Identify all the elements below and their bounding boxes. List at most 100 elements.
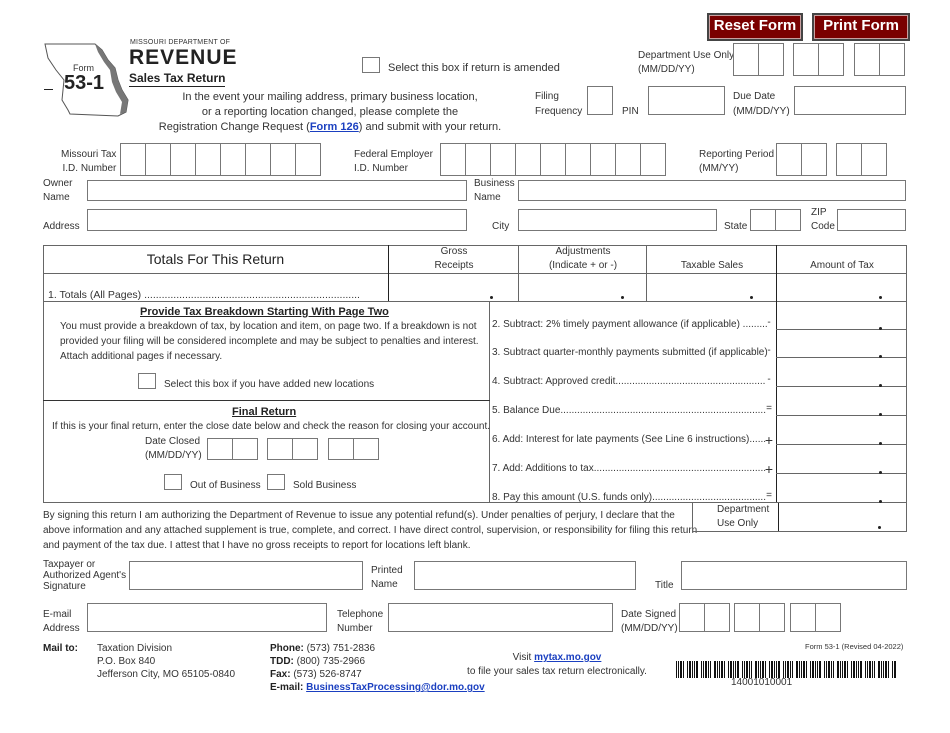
date-signed-yy[interactable] bbox=[790, 603, 841, 632]
reporting-period-mm[interactable] bbox=[776, 143, 827, 176]
decimal-point bbox=[621, 296, 624, 299]
notice-line3: Registration Change Request (Form 126) a… bbox=[150, 120, 510, 135]
line-4-amount-field[interactable] bbox=[777, 359, 907, 387]
fein-label-line1: Federal Employer bbox=[354, 149, 433, 160]
mo-tax-id-field[interactable] bbox=[120, 143, 321, 176]
date-signed-line1: Date Signed bbox=[621, 609, 677, 620]
barcode-bar bbox=[831, 661, 832, 678]
owner-name-field[interactable] bbox=[87, 180, 467, 201]
date-signed-dd[interactable] bbox=[734, 603, 785, 632]
filing-frequency-field[interactable] bbox=[587, 86, 613, 115]
line1-taxable-field[interactable] bbox=[647, 274, 777, 301]
form-dash bbox=[44, 89, 53, 90]
barcode-bar bbox=[847, 661, 848, 678]
final-return-text: If this is your final return, enter the … bbox=[52, 421, 491, 432]
signature-label: Taxpayer or Authorized Agent's Signature bbox=[43, 559, 126, 592]
mytax-link[interactable]: mytax.mo.gov bbox=[534, 652, 601, 663]
period-label-line2: (MM/YY) bbox=[699, 163, 739, 174]
address-label: Address bbox=[43, 221, 80, 232]
telephone-field[interactable] bbox=[388, 603, 613, 632]
filing-label-line2: Frequency bbox=[535, 106, 583, 117]
line-3-amount-field[interactable] bbox=[777, 330, 907, 358]
decimal-point bbox=[879, 471, 882, 474]
signature-field[interactable] bbox=[129, 561, 363, 590]
title-field[interactable] bbox=[681, 561, 907, 590]
date-signed-mm[interactable] bbox=[679, 603, 730, 632]
col-adj-line1: Adjustments bbox=[555, 246, 611, 257]
line-5-amount-field[interactable] bbox=[777, 388, 907, 416]
dept-use-date-yy bbox=[854, 43, 905, 76]
zip-label: ZIP Code bbox=[811, 206, 835, 234]
visit-pre: Visit bbox=[512, 652, 535, 663]
form-126-link[interactable]: Form 126 bbox=[310, 121, 359, 133]
reporting-period-yy[interactable] bbox=[836, 143, 887, 176]
printed-name-field[interactable] bbox=[414, 561, 636, 590]
line-8-amount-field[interactable] bbox=[777, 475, 907, 503]
dept-use-only-box: Department Use Only bbox=[692, 503, 907, 532]
amended-checkbox[interactable] bbox=[362, 57, 380, 73]
barcode-bar bbox=[894, 661, 896, 678]
breakdown-text-line2: provided your filing will be considered … bbox=[60, 336, 479, 347]
barcode-bar bbox=[714, 661, 716, 678]
out-of-business-checkbox[interactable] bbox=[164, 474, 182, 490]
dept-use-label: Department Use Only (MM/DD/YY) bbox=[638, 49, 734, 77]
city-field[interactable] bbox=[518, 209, 717, 231]
decimal-point bbox=[879, 355, 882, 358]
date-closed-dd[interactable] bbox=[267, 438, 318, 460]
line1-gross-field[interactable] bbox=[389, 274, 519, 301]
date-signed-label: Date Signed (MM/DD/YY) bbox=[621, 608, 678, 636]
line-2-amount-field[interactable] bbox=[777, 302, 907, 330]
date-closed-yy[interactable] bbox=[328, 438, 379, 460]
due-date-field[interactable] bbox=[794, 86, 906, 115]
barcode-bar bbox=[837, 661, 839, 678]
final-return-title: Final Return bbox=[232, 406, 297, 418]
state-label: State bbox=[724, 221, 748, 232]
contact-info: Phone: (573) 751-2836 TDD: (800) 735-296… bbox=[270, 642, 485, 694]
email-field[interactable] bbox=[87, 603, 327, 632]
decimal-point bbox=[490, 296, 493, 299]
barcode-bar bbox=[799, 661, 800, 678]
notice-post: ) and submit with your return. bbox=[358, 121, 502, 133]
barcode-bar bbox=[719, 661, 720, 678]
pin-field[interactable] bbox=[648, 86, 725, 115]
state-field[interactable] bbox=[750, 209, 801, 231]
decimal-point bbox=[750, 296, 753, 299]
new-locations-checkbox[interactable] bbox=[138, 373, 156, 389]
line-7-amount-field[interactable] bbox=[777, 446, 907, 474]
line-3-label: 3. Subtract quarter-monthly payments sub… bbox=[492, 347, 768, 358]
date-closed-line1: Date Closed bbox=[145, 436, 201, 447]
barcode-bar bbox=[865, 661, 866, 678]
fein-field[interactable] bbox=[440, 143, 666, 176]
barcode-bar bbox=[826, 661, 827, 678]
form-title: Sales Tax Return bbox=[129, 71, 226, 87]
line-6-amount-field[interactable] bbox=[777, 417, 907, 445]
sold-business-checkbox[interactable] bbox=[267, 474, 285, 490]
line1-amount-field[interactable] bbox=[777, 274, 907, 301]
pin-label: PIN bbox=[622, 106, 639, 117]
dept-use-only-label: Department Use Only bbox=[717, 503, 769, 531]
business-name-field[interactable] bbox=[518, 180, 906, 201]
form-revision: Form 53-1 (Revised 04-2022) bbox=[805, 642, 904, 651]
barcode-bar bbox=[683, 661, 684, 678]
form-number: 53-1 bbox=[64, 72, 105, 94]
barcode-bar bbox=[869, 661, 871, 678]
zip-label-line1: ZIP bbox=[811, 207, 827, 218]
print-form-button[interactable]: Print Form bbox=[812, 13, 910, 41]
reset-form-button[interactable]: Reset Form bbox=[707, 13, 803, 41]
address-change-notice: In the event your mailing address, prima… bbox=[150, 90, 510, 135]
date-closed-line2: (MM/DD/YY) bbox=[145, 450, 202, 461]
barcode-bar bbox=[828, 661, 830, 678]
line1-adjustments-field[interactable] bbox=[519, 274, 647, 301]
address-field[interactable] bbox=[87, 209, 467, 231]
col-taxable-sales: Taxable Sales bbox=[680, 260, 744, 271]
barcode-bar bbox=[692, 661, 693, 678]
barcode-bar bbox=[694, 661, 695, 678]
mo-tax-label-line2: I.D. Number bbox=[62, 163, 117, 174]
email-contact-link[interactable]: BusinessTaxProcessing@dor.mo.gov bbox=[306, 682, 485, 693]
sig-label-line2: Authorized Agent's bbox=[43, 570, 127, 581]
date-signed-line2: (MM/DD/YY) bbox=[621, 623, 678, 634]
date-closed-mm[interactable] bbox=[207, 438, 258, 460]
filing-frequency-label: Filing Frequency bbox=[535, 90, 582, 119]
zip-field[interactable] bbox=[837, 209, 906, 231]
barcode-bar bbox=[860, 661, 862, 678]
